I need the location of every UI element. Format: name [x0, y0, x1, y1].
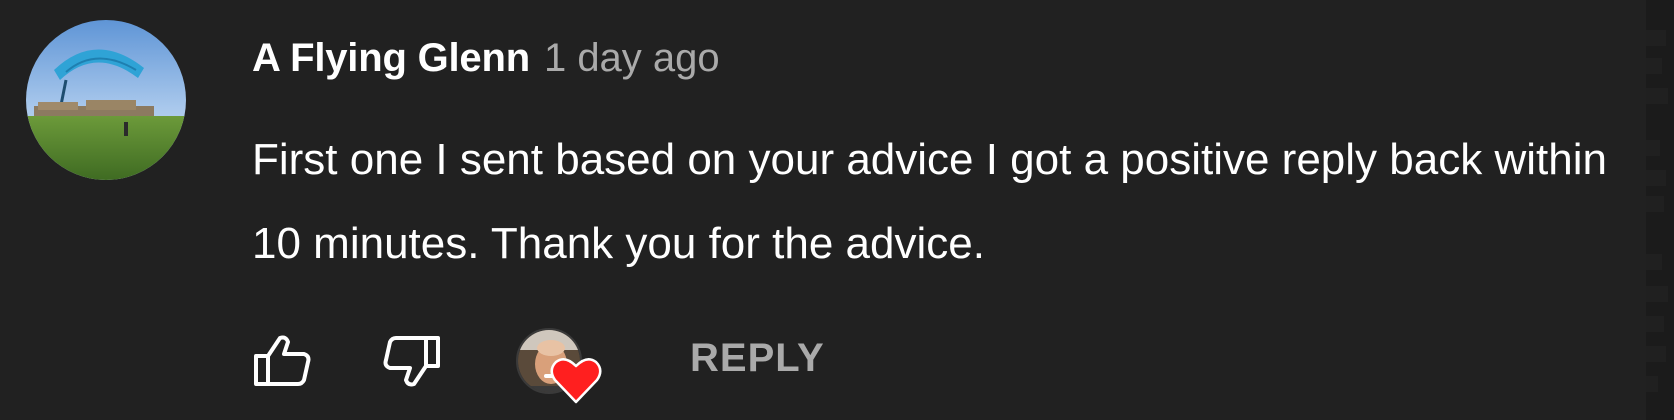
thumb-up-icon — [254, 335, 311, 386]
thumb-down-icon — [383, 336, 440, 387]
comment-container: A Flying Glenn 1 day ago First one I sen… — [0, 0, 1674, 420]
scrollbar-region[interactable] — [1646, 0, 1674, 420]
comment-actions: REPLY — [0, 320, 1674, 404]
creator-heart-badge[interactable] — [516, 328, 606, 408]
author-name[interactable]: A Flying Glenn — [252, 36, 530, 81]
like-button[interactable] — [252, 334, 312, 393]
heart-icon — [550, 356, 602, 409]
comment-header: A Flying Glenn 1 day ago — [252, 36, 720, 81]
reply-button[interactable]: REPLY — [690, 336, 825, 381]
comment-timestamp[interactable]: 1 day ago — [544, 36, 720, 81]
paraglider-photo — [26, 20, 186, 180]
comment-body: First one I sent based on your advice I … — [252, 135, 1607, 268]
dislike-button[interactable] — [382, 334, 442, 393]
author-avatar[interactable] — [26, 20, 186, 180]
